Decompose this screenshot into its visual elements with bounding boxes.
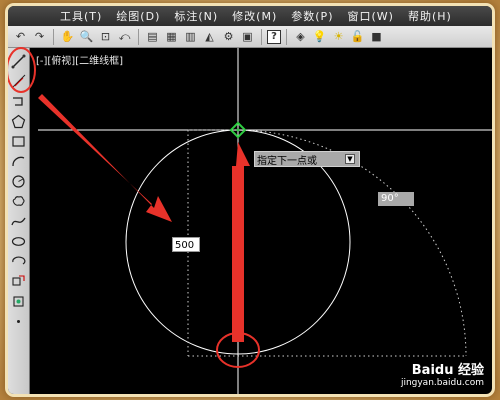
watermark-logo: Baidu 经验 (411, 363, 484, 378)
drawing-canvas[interactable] (8, 6, 492, 394)
angle-readout: 90° (378, 192, 414, 206)
cad-window: 工具(T) 绘图(D) 标注(N) 修改(M) 参数(P) 窗口(W) 帮助(H… (8, 6, 492, 394)
snap-point (236, 128, 240, 132)
red-arrow-annotation-left (38, 94, 172, 222)
watermark: Baidu 经验 jingyan.baidu.com (401, 359, 484, 388)
dynamic-input-prompt: 指定下一点或 ▼ (254, 151, 360, 167)
red-circle-annotation-tool (8, 47, 36, 93)
options-dropdown-icon[interactable]: ▼ (345, 154, 355, 164)
watermark-url: jingyan.baidu.com (400, 378, 484, 388)
red-arrow-annotation-up (232, 142, 250, 342)
length-input[interactable]: 500 (172, 237, 200, 252)
prompt-text: 指定下一点或 (257, 155, 317, 167)
